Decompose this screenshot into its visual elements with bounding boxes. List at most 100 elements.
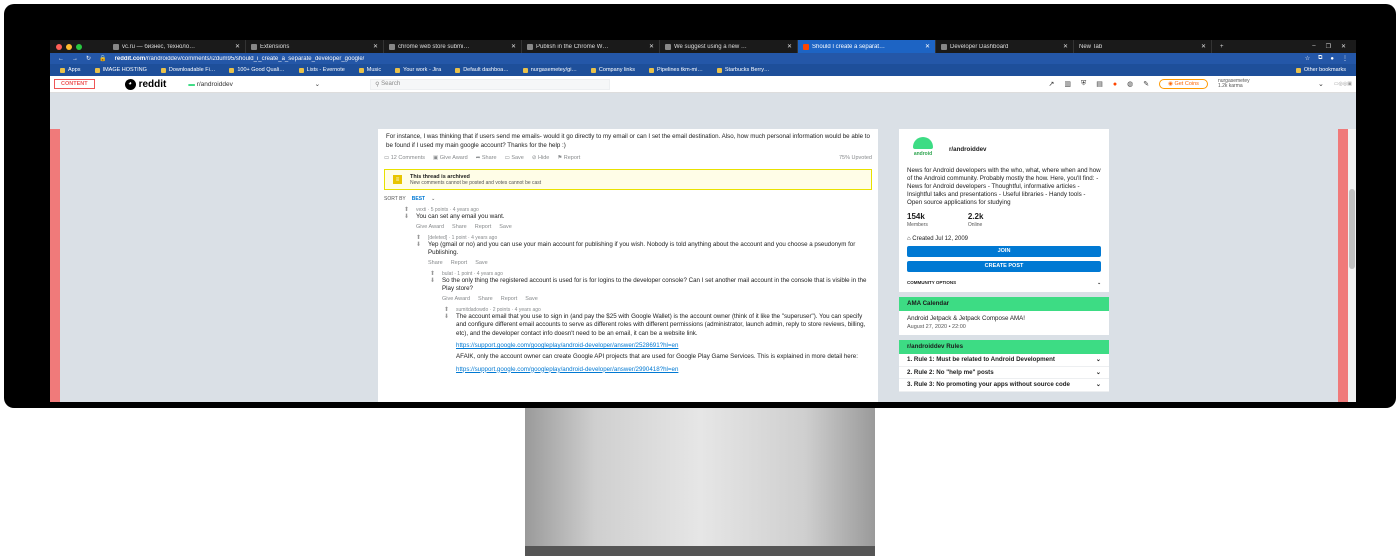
comment-actions: Give Award Share Report Save <box>442 296 872 302</box>
chevron-down-icon: ⌄ <box>1095 356 1101 363</box>
tab[interactable]: New Tab ✕ <box>1074 40 1212 53</box>
support-link[interactable]: https://support.google.com/googleplay/an… <box>456 366 872 373</box>
trending-icon[interactable]: ↗ <box>1049 80 1055 88</box>
comment-author[interactable]: bulat <box>442 271 453 277</box>
rule-item[interactable]: 3. Rule 3: No promoting your apps withou… <box>899 379 1109 392</box>
scrollbar-thumb[interactable] <box>1349 189 1355 269</box>
bookmark-item[interactable]: Your work - Jira <box>395 67 441 73</box>
join-button[interactable]: JOIN <box>907 246 1101 257</box>
bookmark-item[interactable]: nurgasemetey/gi… <box>522 67 577 73</box>
report-button[interactable]: ⚑ Report <box>557 155 580 161</box>
ama-event[interactable]: Android Jetpack & Jetpack Compose AMA! <box>907 315 1101 323</box>
report-button[interactable]: Report <box>451 260 468 266</box>
url-field[interactable]: reddit.com/r/androiddev/comments/i2dum95… <box>115 56 1297 62</box>
rule-item[interactable]: 2. Rule 2: No "help me" posts ⌄ <box>899 367 1109 379</box>
bookmark-item[interactable]: 100+ Good Quali… <box>229 67 285 73</box>
close-tab-icon[interactable]: ✕ <box>925 43 930 50</box>
rule-item[interactable]: 1. Rule 1: Must be related to Android De… <box>899 354 1109 367</box>
tab[interactable]: chrome web store submi… ✕ <box>384 40 522 53</box>
other-bookmarks[interactable]: Other bookmarks <box>1295 67 1346 73</box>
shield-icon[interactable]: ⛨ <box>1081 80 1086 88</box>
bookmark-item[interactable]: Company links <box>590 67 635 73</box>
bookmark-item[interactable]: Default dashboa… <box>455 67 509 73</box>
close-window-button[interactable] <box>56 43 62 50</box>
minimize-icon[interactable]: – <box>1312 43 1315 50</box>
share-button[interactable]: Share <box>478 296 493 302</box>
give-award-button[interactable]: Give Award <box>416 224 444 230</box>
star-icon[interactable]: ☆ <box>1305 55 1310 62</box>
extensions-icon[interactable]: ⧉ <box>1318 55 1322 62</box>
video-icon[interactable]: ▤ <box>1096 80 1103 88</box>
share-button[interactable]: Share <box>428 260 443 266</box>
notification-icon[interactable]: ● <box>1113 81 1117 88</box>
save-button[interactable]: ▭ Save <box>505 155 524 161</box>
scrollbar[interactable] <box>1348 129 1356 402</box>
new-tab-button[interactable]: + <box>1212 44 1232 50</box>
reddit-logo[interactable]: ◕ reddit <box>124 78 166 90</box>
menu-icon[interactable]: ⋮ <box>1342 55 1348 62</box>
tab-active[interactable]: Should I create a separat… ✕ <box>798 40 936 53</box>
chat-icon[interactable]: ◍ <box>1127 80 1133 88</box>
save-button[interactable]: Save <box>499 224 512 230</box>
chart-icon[interactable]: ▥ <box>1064 80 1071 88</box>
bookmark-item[interactable]: Starbucks Berry… <box>716 67 769 73</box>
vote-arrows[interactable]: ⬆ ⬇ <box>444 307 449 321</box>
give-award-button[interactable]: Give Award <box>442 296 470 302</box>
close-icon[interactable]: ✕ <box>1341 43 1346 50</box>
forward-icon[interactable]: → <box>72 56 78 62</box>
tab[interactable]: vc.ru — бизнес, техноло… ✕ <box>108 40 246 53</box>
get-coins-button[interactable]: ◉ Get Coins <box>1159 79 1208 89</box>
close-tab-icon[interactable]: ✕ <box>787 43 792 50</box>
tab[interactable]: We suggest using a new … ✕ <box>660 40 798 53</box>
community-dropdown[interactable]: ▬ r/androiddev ⌄ <box>188 80 320 88</box>
create-post-button[interactable]: CREATE POST <box>907 261 1101 272</box>
vote-arrows[interactable]: ⬆ ⬇ <box>404 207 409 221</box>
close-tab-icon[interactable]: ✕ <box>1201 43 1206 50</box>
user-menu[interactable]: nurgasemetey 1.2k karma <box>1218 78 1308 90</box>
archive-icon: ≡ <box>393 175 402 184</box>
chevron-down-icon[interactable]: ⌄ <box>1318 80 1324 88</box>
bookmark-item[interactable]: Lists - Evernote <box>298 67 345 73</box>
hide-button[interactable]: ⊘ Hide <box>532 155 549 161</box>
bookmark-item[interactable]: Music <box>358 67 381 73</box>
save-button[interactable]: Save <box>525 296 538 302</box>
report-button[interactable]: Report <box>475 224 492 230</box>
close-tab-icon[interactable]: ✕ <box>373 43 378 50</box>
report-button[interactable]: Report <box>501 296 518 302</box>
give-award-button[interactable]: ▣ Give Award <box>433 155 468 161</box>
bookmark-item[interactable]: Pipelines tkm-mi… <box>649 67 703 73</box>
bookmark-icon <box>298 67 304 73</box>
sort-dropdown[interactable]: SORT BY BEST ⌄ <box>384 196 872 202</box>
comment-author[interactable]: [deleted] <box>428 235 447 241</box>
close-tab-icon[interactable]: ✕ <box>1063 43 1068 50</box>
vote-arrows[interactable]: ⬆ ⬇ <box>416 235 421 249</box>
tab[interactable]: Extensions ✕ <box>246 40 384 53</box>
comments-button[interactable]: ▭ 12 Comments <box>384 155 425 161</box>
community-name[interactable]: r/androiddev <box>949 146 986 153</box>
share-button[interactable]: ➦ Share <box>476 155 497 161</box>
minimize-window-button[interactable] <box>66 43 72 50</box>
comment-author[interactable]: sumitdadowdo <box>456 307 488 313</box>
pencil-icon[interactable]: ✎ <box>1143 80 1149 88</box>
tab[interactable]: Developer Dashboard ✕ <box>936 40 1074 53</box>
share-button[interactable]: Share <box>452 224 467 230</box>
support-link[interactable]: https://support.google.com/googleplay/an… <box>456 342 872 349</box>
profile-icon[interactable]: ● <box>1330 56 1334 62</box>
bookmark-item[interactable]: Apps <box>60 67 81 73</box>
close-tab-icon[interactable]: ✕ <box>649 43 654 50</box>
skip-to-content-button[interactable]: CONTENT <box>54 79 95 89</box>
bookmark-item[interactable]: Downloadable Fi… <box>160 67 215 73</box>
community-options[interactable]: COMMUNITY OPTIONS ⌄ <box>907 280 1101 286</box>
page-action-icon[interactable]: ▭◎◎▣ <box>1334 81 1352 87</box>
vote-arrows[interactable]: ⬆ ⬇ <box>430 271 435 285</box>
close-tab-icon[interactable]: ✕ <box>511 43 516 50</box>
maximize-window-button[interactable] <box>76 43 82 50</box>
search-input[interactable]: ⚲ Search <box>370 78 611 90</box>
reload-icon[interactable]: ↻ <box>86 55 91 62</box>
save-button[interactable]: Save <box>475 260 488 266</box>
close-tab-icon[interactable]: ✕ <box>235 43 240 50</box>
back-icon[interactable]: ← <box>58 56 64 62</box>
bookmark-item[interactable]: IMAGE HOSTING <box>94 67 147 73</box>
restore-icon[interactable]: ❐ <box>1326 43 1331 50</box>
tab[interactable]: Publish in the Chrome W… ✕ <box>522 40 660 53</box>
